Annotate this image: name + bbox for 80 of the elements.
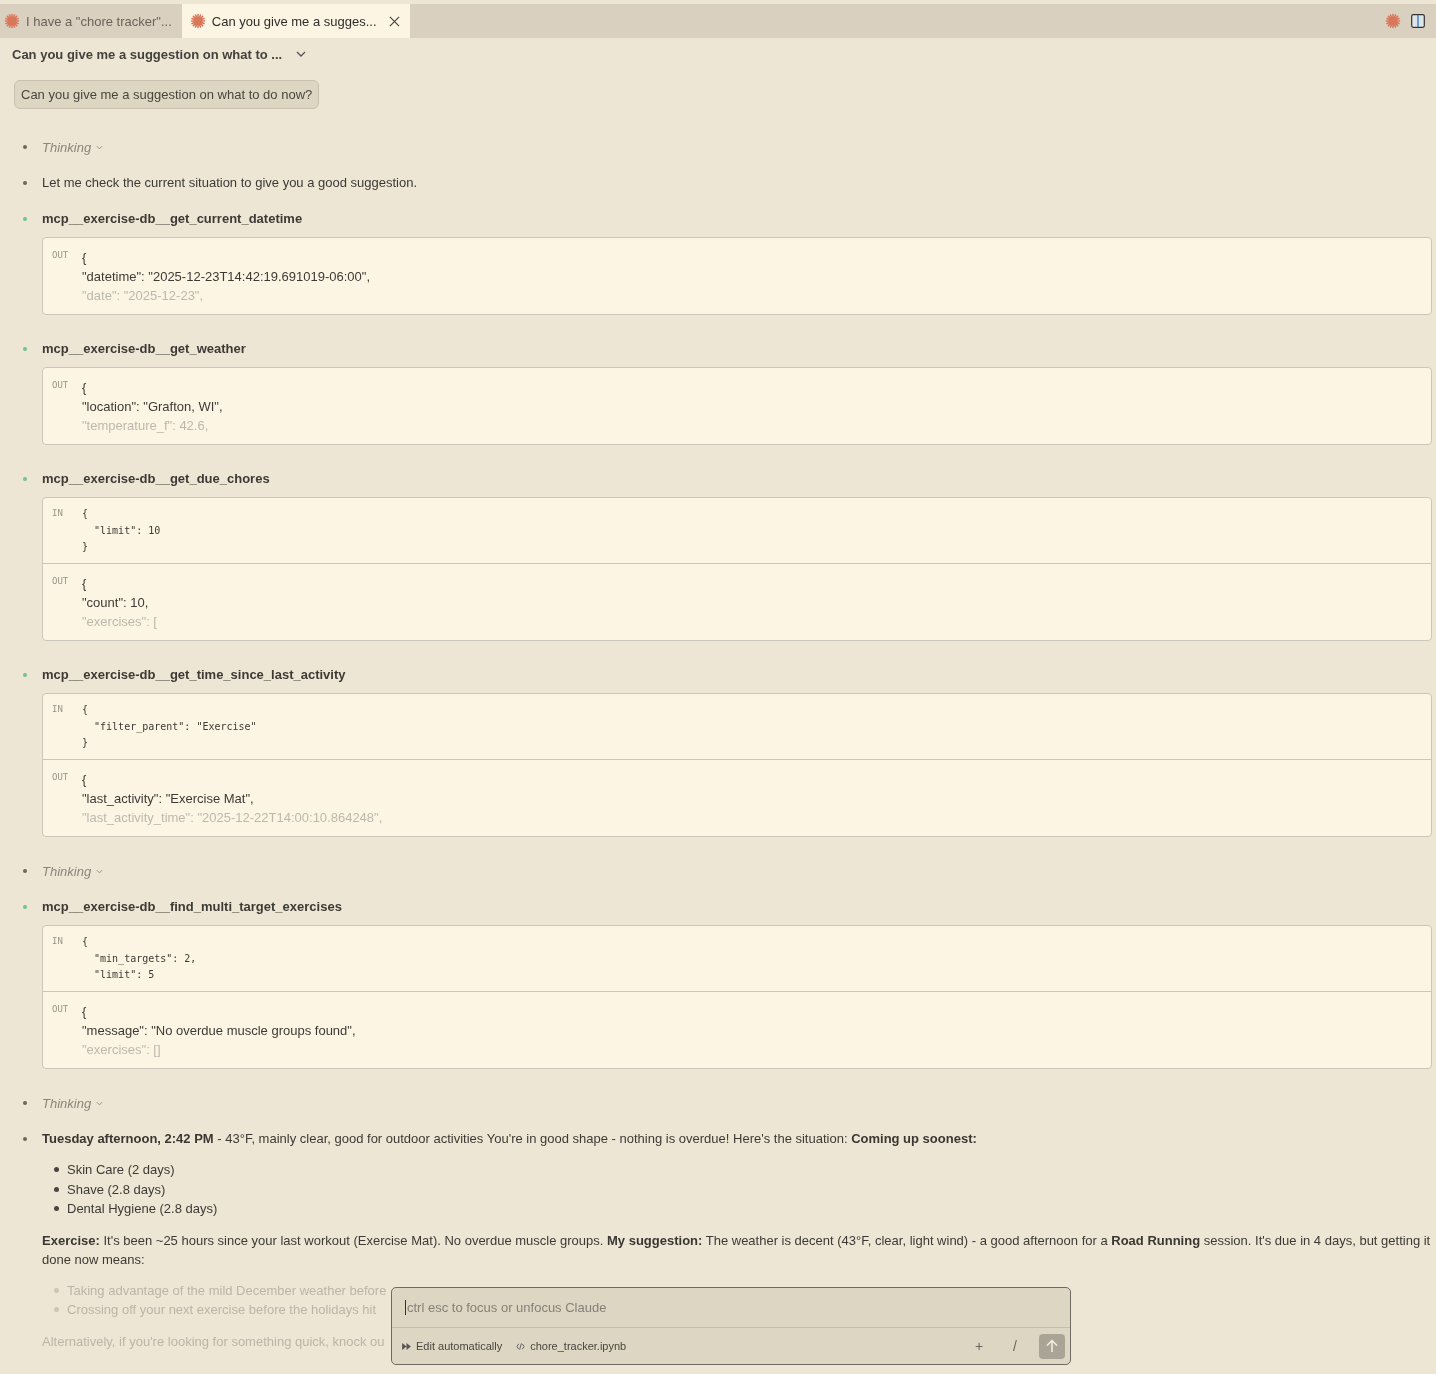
code-line: "limit": 10 xyxy=(93,523,161,538)
command-button[interactable]: / xyxy=(1005,1338,1025,1354)
list-item: Skin Care (2 days) xyxy=(67,1161,175,1179)
section-label: OUT xyxy=(52,1003,70,1014)
bullet-dot xyxy=(23,1101,27,1105)
code-line: "limit": 5 xyxy=(93,968,156,982)
tool-call-name: mcp__exercise-db__find_multi_target_exercises xyxy=(42,898,343,916)
bullet-dot xyxy=(23,181,27,185)
conversation-title[interactable]: Can you give me a suggestion on what to ... xyxy=(12,46,283,62)
tab[interactable]: I have a "chore tracker"... xyxy=(0,4,180,38)
section-label: OUT xyxy=(52,575,70,586)
code-line: "message": "No overdue muscle groups found", xyxy=(82,1022,356,1040)
list-bullet xyxy=(54,1307,59,1313)
chevron-down-icon[interactable] xyxy=(296,51,307,57)
code-icon xyxy=(516,1342,526,1350)
tool-call-name: mcp__exercise-db__get_weather xyxy=(42,340,247,358)
bullet-dot xyxy=(23,869,27,873)
code-line: "exercises": [ xyxy=(82,613,157,631)
file-chip[interactable]: chore_tracker.ipynb xyxy=(516,1340,627,1352)
answer-paragraph: Tuesday afternoon, 2:42 PM - 43°F, mainly clear, good for outdoor activities You're in good shape - nothing is overdue! Here's the situation: Coming up soonest: xyxy=(42,1130,977,1148)
section-label: IN xyxy=(52,935,64,946)
code-line: "last_activity_time": "2025-12-22T14:00:10.864248", xyxy=(82,809,383,827)
starburst-icon[interactable] xyxy=(1385,13,1401,29)
message-input[interactable]: ctrl esc to focus or unfocus Claude xyxy=(405,1300,1070,1315)
fast-forward-icon xyxy=(402,1342,411,1350)
code-line: "filter_parent": "Exercise" xyxy=(93,719,257,735)
thinking-toggle[interactable]: Thinking xyxy=(42,1095,92,1111)
code-line: } xyxy=(82,540,90,554)
code-line: { xyxy=(82,935,90,949)
user-message: Can you give me a suggestion on what to do now? xyxy=(14,80,320,109)
code-line: "datetime": "2025-12-23T14:42:19.691019-06:00", xyxy=(82,268,371,286)
bullet-dot xyxy=(23,905,27,909)
section-label: OUT xyxy=(52,771,70,782)
thinking-toggle[interactable]: Thinking xyxy=(42,863,92,879)
code-line: "date": "2025-12-23", xyxy=(82,287,205,305)
code-line: "location": "Grafton, WI", xyxy=(82,398,223,416)
tool-call-name: mcp__exercise-db__get_current_datetime xyxy=(42,210,304,228)
bullet-dot xyxy=(23,145,27,149)
list-item: Dental Hygiene (2.8 days) xyxy=(67,1200,218,1218)
assistant-message: Let me check the current situation to give you a good suggestion. xyxy=(42,174,419,192)
code-line: { xyxy=(82,507,90,521)
bullet-dot xyxy=(23,477,27,481)
starburst-icon xyxy=(4,13,20,29)
code-line: { xyxy=(82,1003,88,1021)
arrow-up-icon xyxy=(1046,1339,1058,1353)
thinking-toggle[interactable]: Thinking xyxy=(42,139,92,155)
code-line: } xyxy=(82,736,90,750)
section-label: IN xyxy=(52,703,64,714)
bullet-dot xyxy=(23,217,27,221)
list-bullet xyxy=(54,1206,59,1212)
bullet-dot xyxy=(23,1137,27,1141)
list-bullet xyxy=(54,1186,59,1192)
list-item: Shave (2.8 days) xyxy=(67,1180,166,1199)
tab[interactable]: Can you give me a sugges... xyxy=(181,4,410,38)
code-line: "min_targets": 2, xyxy=(93,951,197,967)
code-line: "last_activity": "Exercise Mat", xyxy=(82,790,255,808)
code-line: { xyxy=(82,703,90,717)
code-line: "exercises": [] xyxy=(82,1041,162,1059)
close-icon[interactable] xyxy=(388,15,400,27)
section-label: OUT xyxy=(52,379,70,390)
code-line: "count": 10, xyxy=(82,594,150,612)
list-bullet xyxy=(54,1167,59,1173)
bullet-dot xyxy=(23,673,27,677)
code-line: "temperature_f": 42.6, xyxy=(82,417,210,435)
answer-paragraph: Exercise: It's been ~25 hours since your last workout (Exercise Mat). No overdue muscle groups. My suggestion: The weather is decent (43°F, clear, light wind) - a good afternoon for a Road Running session. It's due in 4 days, but getting it done now means: xyxy=(42,1231,1432,1269)
code-line: { xyxy=(82,575,88,593)
section-label: IN xyxy=(52,507,64,518)
bullet-dot xyxy=(23,347,27,351)
send-button[interactable] xyxy=(1039,1333,1065,1359)
list-bullet xyxy=(54,1287,59,1293)
code-line: { xyxy=(82,249,88,267)
starburst-icon xyxy=(189,13,206,29)
tool-call-name: mcp__exercise-db__get_due_chores xyxy=(42,470,271,488)
edit-mode-button[interactable]: Edit automatically xyxy=(402,1340,503,1352)
code-line: { xyxy=(82,379,88,397)
section-label: OUT xyxy=(52,249,70,260)
split-panel-icon[interactable] xyxy=(1411,14,1425,28)
tool-call-name: mcp__exercise-db__get_time_since_last_activity xyxy=(42,666,347,684)
code-line: { xyxy=(82,771,88,789)
add-button[interactable]: + xyxy=(966,1338,992,1354)
